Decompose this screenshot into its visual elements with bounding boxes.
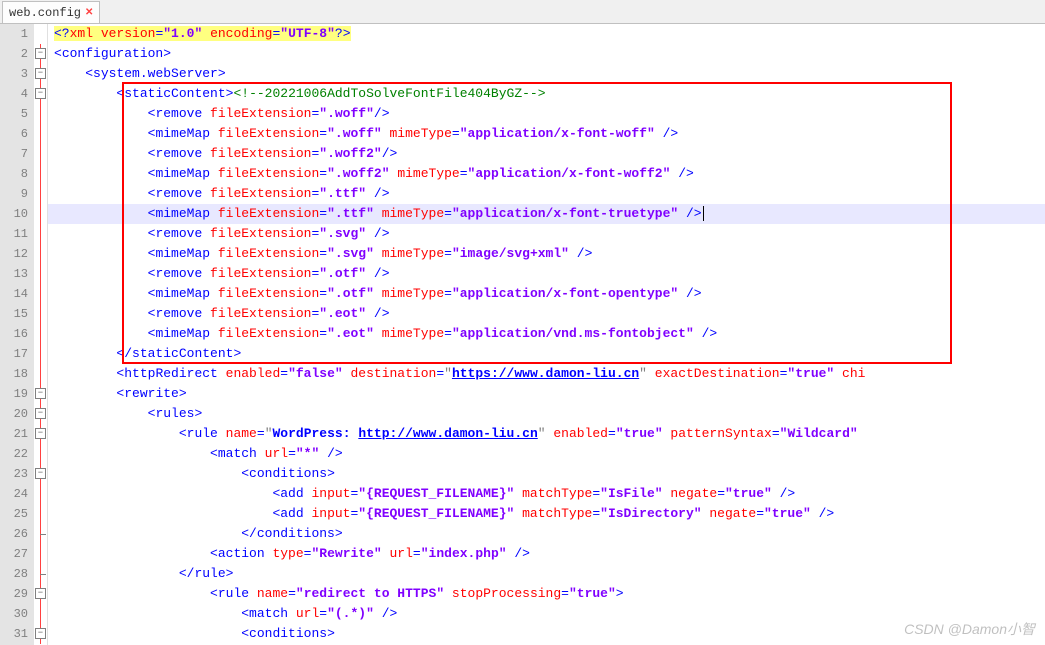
line-number: 5 [0,104,28,124]
code-line[interactable]: <remove fileExtension=".woff2"/> [48,144,1045,164]
line-number: 13 [0,264,28,284]
code-line[interactable]: <mimeMap fileExtension=".woff2" mimeType… [48,164,1045,184]
code-line[interactable]: <rules> [48,404,1045,424]
line-number: 14 [0,284,28,304]
code-line[interactable]: <rewrite> [48,384,1045,404]
tab-bar: web.config ✕ [0,0,1045,24]
line-number: 16 [0,324,28,344]
code-line[interactable]: <remove fileExtension=".ttf" /> [48,184,1045,204]
text-caret [703,206,704,221]
line-number: 9 [0,184,28,204]
code-line[interactable]: <action type="Rewrite" url="index.php" /… [48,544,1045,564]
line-number: 12 [0,244,28,264]
code-line[interactable]: <remove fileExtension=".woff"/> [48,104,1045,124]
code-line[interactable]: <add input="{REQUEST_FILENAME}" matchTyp… [48,484,1045,504]
line-number: 25 [0,504,28,524]
watermark-text: CSDN @Damon小智 [904,619,1035,639]
line-number: 28 [0,564,28,584]
line-number: 11 [0,224,28,244]
line-number: 15 [0,304,28,324]
code-area[interactable]: <?xml version="1.0" encoding="UTF-8"?><c… [48,24,1045,645]
code-line[interactable]: <remove fileExtension=".svg" /> [48,224,1045,244]
line-number: 7 [0,144,28,164]
fold-toggle[interactable]: − [35,388,46,399]
close-icon[interactable]: ✕ [85,7,93,18]
code-line[interactable]: <mimeMap fileExtension=".eot" mimeType="… [48,324,1045,344]
code-line[interactable]: <remove fileExtension=".otf" /> [48,264,1045,284]
fold-toggle[interactable]: − [35,68,46,79]
code-line[interactable]: <conditions> [48,464,1045,484]
code-line[interactable]: <mimeMap fileExtension=".otf" mimeType="… [48,284,1045,304]
code-line[interactable]: <match url="(.*)" /> [48,604,1045,624]
code-line[interactable]: </rule> [48,564,1045,584]
line-number: 21 [0,424,28,444]
code-line[interactable]: <configuration> [48,44,1045,64]
code-editor[interactable]: 1234567891011121314151617181920212223242… [0,24,1045,645]
line-number: 19 [0,384,28,404]
fold-toggle[interactable]: − [35,408,46,419]
code-line[interactable]: <?xml version="1.0" encoding="UTF-8"?> [48,24,1045,44]
fold-toggle[interactable]: − [35,48,46,59]
code-line[interactable]: <mimeMap fileExtension=".ttf" mimeType="… [48,204,1045,224]
line-number: 24 [0,484,28,504]
line-number: 8 [0,164,28,184]
fold-toggle[interactable]: − [35,428,46,439]
line-number: 23 [0,464,28,484]
line-number: 31 [0,624,28,644]
line-number: 3 [0,64,28,84]
line-number: 17 [0,344,28,364]
code-line[interactable]: <mimeMap fileExtension=".svg" mimeType="… [48,244,1045,264]
line-number: 20 [0,404,28,424]
fold-toggle[interactable]: − [35,88,46,99]
line-number: 30 [0,604,28,624]
line-number-gutter: 1234567891011121314151617181920212223242… [0,24,34,645]
code-line[interactable]: <rule name="redirect to HTTPS" stopProce… [48,584,1045,604]
line-number: 2 [0,44,28,64]
line-number: 27 [0,544,28,564]
code-line[interactable]: </staticContent> [48,344,1045,364]
code-line[interactable]: <rule name="WordPress: http://www.damon-… [48,424,1045,444]
line-number: 22 [0,444,28,464]
file-tab[interactable]: web.config ✕ [2,1,100,23]
line-number: 29 [0,584,28,604]
line-number: 6 [0,124,28,144]
code-line[interactable]: <match url="*" /> [48,444,1045,464]
fold-toggle[interactable]: − [35,628,46,639]
file-tab-label: web.config [9,6,81,20]
line-number: 10 [0,204,28,224]
code-line[interactable]: <conditions> [48,624,1045,644]
code-line[interactable]: <staticContent><!--20221006AddToSolveFon… [48,84,1045,104]
line-number: 26 [0,524,28,544]
code-line[interactable]: <system.webServer> [48,64,1045,84]
line-number: 18 [0,364,28,384]
line-number: 4 [0,84,28,104]
fold-toggle[interactable]: − [35,588,46,599]
fold-column: − − − − − − − − − [34,24,48,645]
code-line[interactable]: <remove fileExtension=".eot" /> [48,304,1045,324]
code-line[interactable]: <add input="{REQUEST_FILENAME}" matchTyp… [48,504,1045,524]
code-line[interactable]: </conditions> [48,524,1045,544]
code-line[interactable]: <mimeMap fileExtension=".woff" mimeType=… [48,124,1045,144]
code-line[interactable]: <httpRedirect enabled="false" destinatio… [48,364,1045,384]
fold-toggle[interactable]: − [35,468,46,479]
line-number: 1 [0,24,28,44]
